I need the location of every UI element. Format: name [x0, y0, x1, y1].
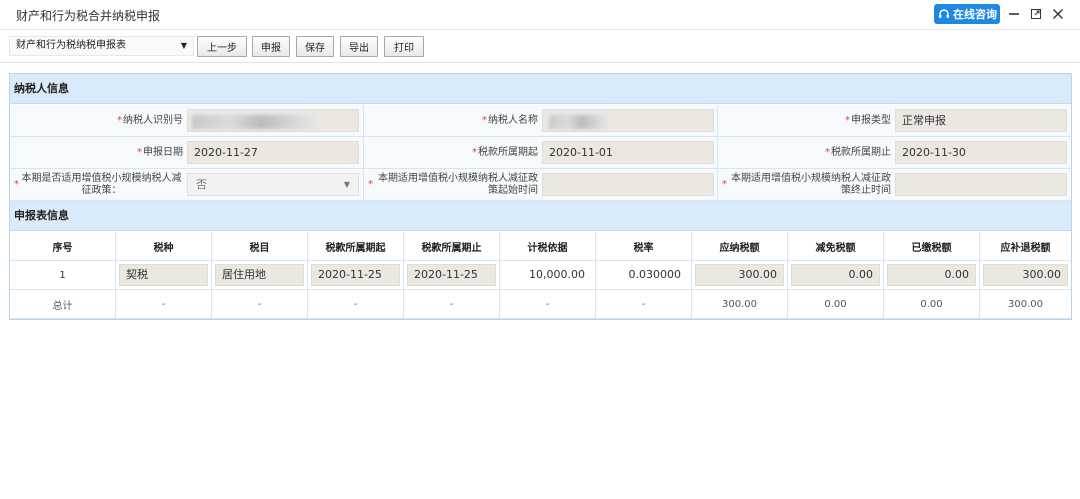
- col-header-tax-due: 应补退税额: [1000, 242, 1051, 254]
- small-scale-policy-value: 否: [196, 178, 207, 191]
- headset-icon: [938, 8, 950, 20]
- col-header-tax-type: 税种: [116, 232, 212, 260]
- dropdown-arrow-icon: ▼: [180, 41, 187, 50]
- save-button[interactable]: 保存: [296, 36, 334, 57]
- small-scale-policy-select[interactable]: 否 ▼: [187, 173, 359, 196]
- cell-period-start[interactable]: 2020-11-25: [311, 264, 400, 286]
- cell-seq: 1: [10, 261, 116, 289]
- cell-tax-payable[interactable]: 300.00: [695, 264, 784, 286]
- maximize-icon[interactable]: [1028, 6, 1044, 22]
- table-total-row: 总计 - - - - - - 300.00 0.00 0.00 300.00: [10, 290, 1071, 319]
- declaration-table-head-row: 序号 税种 税目 税款所属期起 税款所属期止 计税依据 税率 应纳税额 减免税额…: [10, 232, 1071, 261]
- col-header-tax-payable: 应纳税额: [692, 232, 788, 260]
- print-button[interactable]: 打印: [384, 36, 424, 57]
- small-scale-policy-label: * 本期是否适用增值税小规模纳税人减征政策：: [14, 172, 182, 196]
- window-titlebar: 财产和行为税合并纳税申报 在线咨询: [0, 0, 1080, 30]
- total-tax-payable: 300.00: [722, 298, 757, 310]
- declare-type-label: * 申报类型: [845, 114, 891, 126]
- table-row: 1 契税 居住用地 2020-11-25 2020-11-25 10,000.0…: [10, 261, 1071, 290]
- taxpayer-id-redacted: [192, 115, 317, 129]
- cell-tax-paid[interactable]: 0.00: [887, 264, 976, 286]
- policy-end-field[interactable]: [895, 173, 1067, 196]
- online-consult-label: 在线咨询: [953, 8, 997, 21]
- dropdown-arrow-icon: ▼: [343, 180, 350, 189]
- declaration-panel: 纳税人信息 * 纳税人识别号 * 纳税人名称 * 申报类型 正常申报 * 申报日期 20…: [9, 73, 1072, 320]
- cell-tax-type[interactable]: 契税: [119, 264, 208, 286]
- policy-start-field[interactable]: [542, 173, 714, 196]
- cell-period-end[interactable]: 2020-11-25: [407, 264, 496, 286]
- window-title: 财产和行为税合并纳税申报: [16, 9, 161, 23]
- total-tax-basis: -: [545, 298, 550, 310]
- total-tax-type: -: [161, 298, 166, 310]
- cell-tax-item[interactable]: 居住用地: [215, 264, 304, 286]
- minimize-icon[interactable]: [1006, 6, 1022, 22]
- col-header-tax-reduction: 减免税额: [788, 232, 884, 260]
- col-header-period-start: 税款所属期起: [308, 232, 404, 260]
- period-end-label: * 税款所属期止: [825, 146, 891, 158]
- declaration-table-header: 申报表信息: [10, 201, 1071, 231]
- toolbar: 财产和行为税纳税申报表 ▼ 上一步 申报 保存 导出 打印: [0, 31, 1080, 63]
- col-header-period-end: 税款所属期止: [404, 232, 500, 260]
- taxpayer-info-row-3: * 本期是否适用增值税小规模纳税人减征政策： 否 ▼ * 本期适用增值税小规模纳税人…: [10, 169, 1071, 201]
- declare-button[interactable]: 申报: [252, 36, 290, 57]
- policy-start-label: * 本期适用增值税小规模纳税人减征政策起始时间: [368, 172, 538, 196]
- cell-tax-rate[interactable]: 0.030000: [599, 264, 688, 286]
- period-end-field[interactable]: 2020-11-30: [895, 141, 1067, 164]
- close-icon[interactable]: [1050, 6, 1066, 22]
- total-tax-due: 300.00: [1008, 298, 1043, 310]
- col-header-tax-paid: 已缴税额: [884, 232, 980, 260]
- taxpayer-id-label: * 纳税人识别号: [117, 114, 183, 126]
- declare-date-label: * 申报日期: [137, 146, 183, 158]
- taxpayer-name-label: * 纳税人名称: [482, 114, 538, 126]
- taxpayer-id-field[interactable]: [187, 109, 359, 132]
- export-button[interactable]: 导出: [340, 36, 378, 57]
- total-period-start: -: [353, 298, 358, 310]
- total-tax-item: -: [257, 298, 262, 310]
- col-header-tax-rate: 税率: [596, 232, 692, 260]
- col-header-seq: 序号: [10, 232, 116, 260]
- taxpayer-name-redacted: [549, 115, 609, 129]
- table-type-select-value: 财产和行为税纳税申报表: [16, 40, 126, 51]
- cell-tax-basis[interactable]: 10,000.00: [503, 264, 592, 286]
- col-header-tax-item: 税目: [212, 232, 308, 260]
- online-consult-button[interactable]: 在线咨询: [934, 4, 1000, 24]
- table-type-select[interactable]: 财产和行为税纳税申报表 ▼: [9, 36, 194, 56]
- taxpayer-info-row-2: * 申报日期 2020-11-27 * 税款所属期起 2020-11-01 * 税款所…: [10, 137, 1071, 169]
- cell-tax-reduction[interactable]: 0.00: [791, 264, 880, 286]
- declare-date-field[interactable]: 2020-11-27: [187, 141, 359, 164]
- total-period-end: -: [449, 298, 454, 310]
- declare-type-field[interactable]: 正常申报: [895, 109, 1067, 132]
- total-tax-rate: -: [641, 298, 646, 310]
- taxpayer-info-header: 纳税人信息: [10, 74, 1071, 104]
- col-header-tax-basis: 计税依据: [500, 232, 596, 260]
- total-tax-paid: 0.00: [920, 298, 943, 310]
- previous-step-button[interactable]: 上一步: [197, 36, 247, 57]
- total-label: 总计: [52, 300, 73, 312]
- total-tax-reduction: 0.00: [824, 298, 847, 310]
- period-start-field[interactable]: 2020-11-01: [542, 141, 714, 164]
- taxpayer-info-row-1: * 纳税人识别号 * 纳税人名称 * 申报类型 正常申报: [10, 105, 1071, 137]
- taxpayer-name-field[interactable]: [542, 109, 714, 132]
- cell-tax-due[interactable]: 300.00: [983, 264, 1068, 286]
- policy-end-label: * 本期适用增值税小规模纳税人减征政策终止时间: [722, 172, 891, 196]
- period-start-label: * 税款所属期起: [472, 146, 538, 158]
